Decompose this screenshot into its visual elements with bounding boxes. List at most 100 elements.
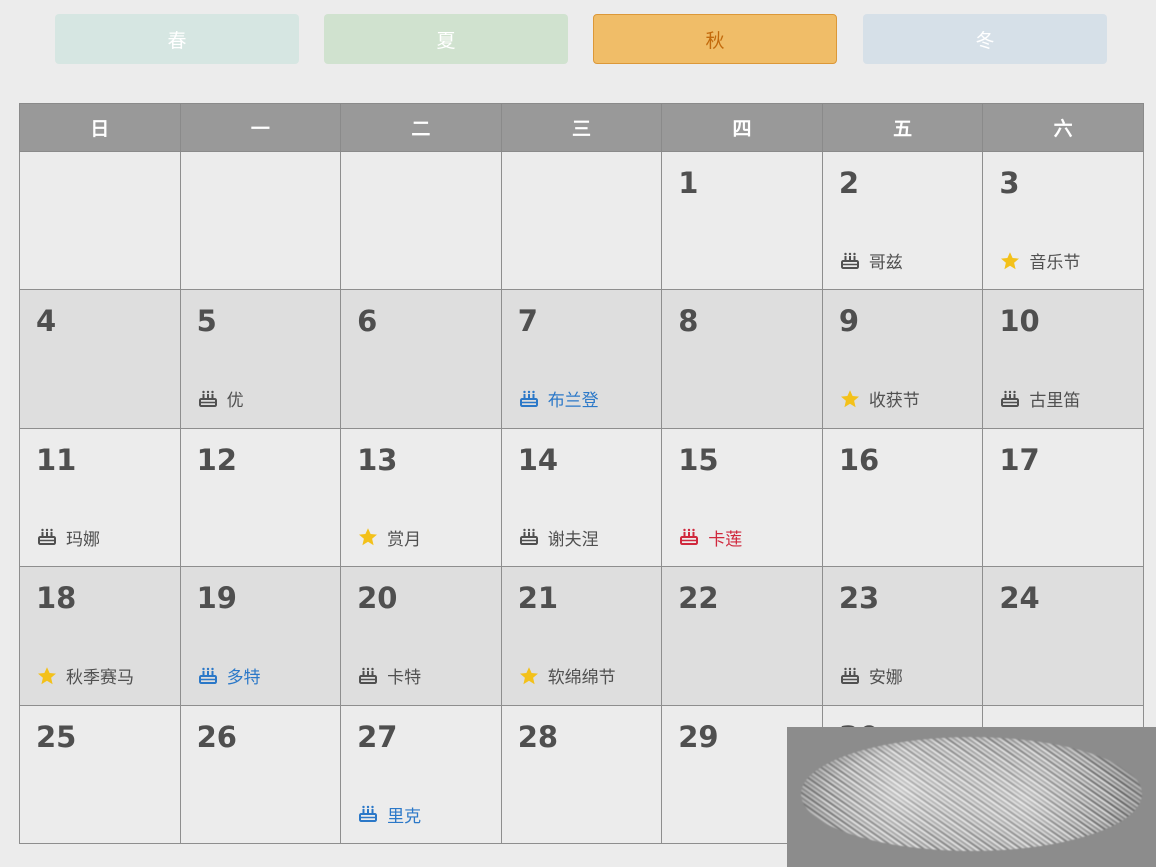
day-number: 5	[196, 304, 217, 339]
birthday-cake-icon	[840, 251, 860, 271]
birthday-event[interactable]: 多特	[198, 663, 261, 688]
calendar-day-cell[interactable]: 2 哥兹	[821, 150, 984, 291]
calendar-day-cell[interactable]: 4	[19, 289, 181, 429]
calendar-day-cell[interactable]: 25	[19, 704, 181, 845]
weekday-header: 六	[982, 103, 1144, 152]
weekday-header: 二	[340, 103, 502, 152]
event-label: 里克	[387, 806, 422, 827]
calendar-day-cell[interactable]: 8	[661, 289, 823, 429]
calendar-day-cell[interactable]: 21 软绵绵节	[500, 566, 663, 706]
weekday-header: 五	[821, 103, 984, 152]
birthday-event[interactable]: 布兰登	[519, 386, 599, 411]
calendar-week-row: 4 5 优 6 7 布兰登 8 9 收获节 10 古里笛	[19, 289, 1144, 429]
calendar-day-cell[interactable]: 14 谢夫涅	[500, 427, 663, 568]
day-number: 13	[357, 442, 398, 477]
festival-event[interactable]: 收获节	[840, 386, 920, 411]
birthday-cake-icon	[519, 527, 539, 547]
event-label: 卡莲	[708, 529, 743, 550]
tab-winter[interactable]: 冬	[863, 14, 1107, 64]
event-label: 古里笛	[1029, 391, 1081, 412]
day-number: 12	[196, 442, 237, 477]
day-number: 11	[36, 442, 77, 477]
festival-event[interactable]: 软绵绵节	[519, 663, 616, 688]
birthday-event[interactable]: 谢夫涅	[519, 525, 599, 550]
birthday-event[interactable]: 古里笛	[1000, 386, 1080, 411]
day-number: 28	[517, 719, 559, 754]
day-number: 1	[678, 166, 699, 200]
calendar-empty-cell	[340, 150, 502, 291]
birthday-event[interactable]: 安娜	[840, 663, 903, 688]
birthday-event[interactable]: 卡莲	[679, 525, 742, 550]
calendar-day-cell[interactable]: 13 赏月	[340, 427, 502, 568]
star-icon	[519, 666, 539, 686]
calendar-day-cell[interactable]: 23 安娜	[821, 566, 984, 706]
birthday-cake-icon	[198, 389, 218, 409]
birthday-cake-icon	[840, 666, 860, 686]
day-number: 20	[357, 581, 398, 616]
weekday-header: 四	[661, 103, 823, 152]
birthday-cake-icon	[358, 666, 378, 686]
birthday-cake-icon	[358, 804, 378, 824]
event-label: 音乐节	[1029, 253, 1081, 273]
calendar-day-cell[interactable]: 16	[821, 427, 984, 568]
calendar-day-cell[interactable]: 17	[982, 427, 1144, 568]
calendar-day-cell[interactable]: 24	[982, 566, 1144, 706]
event-label: 优	[226, 391, 244, 412]
tab-spring[interactable]: 春	[55, 14, 299, 64]
birthday-event[interactable]: 哥兹	[840, 248, 903, 273]
calendar-day-cell[interactable]: 7 布兰登	[500, 289, 663, 429]
day-number: 26	[196, 719, 237, 754]
day-number: 21	[517, 581, 559, 616]
day-number: 2	[838, 166, 859, 200]
calendar-day-cell[interactable]: 20 卡特	[340, 566, 502, 706]
event-label: 哥兹	[868, 253, 903, 273]
calendar-empty-cell	[500, 150, 663, 291]
birthday-cake-icon	[1000, 389, 1020, 409]
calendar-day-cell[interactable]: 28	[500, 704, 663, 845]
calendar-day-cell[interactable]: 10 古里笛	[982, 289, 1144, 429]
calendar-day-cell[interactable]: 26	[179, 704, 342, 845]
tab-summer[interactable]: 夏	[324, 14, 568, 64]
day-number: 18	[36, 581, 77, 616]
day-number: 15	[678, 442, 719, 477]
birthday-cake-icon	[37, 527, 57, 547]
calendar-day-cell[interactable]: 22	[661, 566, 823, 706]
calendar-day-cell[interactable]: 9 收获节	[821, 289, 984, 429]
day-number: 29	[678, 719, 719, 754]
festival-event[interactable]: 音乐节	[1000, 248, 1080, 273]
weekday-header: 一	[179, 103, 342, 152]
calendar-week-row: 11 玛娜 12 13 赏月 14 谢夫涅 15 卡莲 16 17	[19, 427, 1144, 568]
day-number: 14	[517, 442, 559, 477]
calendar-day-cell[interactable]: 5优	[179, 289, 342, 429]
festival-event[interactable]: 秋季赛马	[37, 663, 134, 688]
event-label: 软绵绵节	[547, 668, 616, 689]
birthday-event[interactable]: 玛娜	[37, 525, 100, 550]
birthday-event[interactable]: 卡特	[358, 663, 421, 688]
birthday-event[interactable]: 优	[198, 386, 244, 411]
weekday-header: 日	[19, 103, 181, 152]
festival-event[interactable]: 赏月	[358, 525, 421, 550]
calendar-empty-cell	[179, 150, 342, 291]
calendar-day-cell[interactable]: 15 卡莲	[661, 427, 823, 568]
event-label: 卡特	[387, 668, 422, 689]
calendar-day-cell[interactable]: 12	[179, 427, 342, 568]
event-label: 赏月	[387, 529, 422, 550]
calendar-day-cell[interactable]: 27 里克	[340, 704, 502, 845]
calendar-week-row: 1 2 哥兹 3 音乐节	[19, 150, 1144, 291]
calendar-empty-cell	[19, 150, 181, 291]
calendar-day-cell[interactable]: 1	[661, 150, 823, 291]
calendar-day-cell[interactable]: 11 玛娜	[19, 427, 181, 568]
star-icon	[37, 666, 57, 686]
day-number: 22	[678, 581, 719, 616]
calendar-day-cell[interactable]: 18 秋季赛马	[19, 566, 181, 706]
season-tabs: 春 夏 秋 冬	[0, 0, 1156, 80]
star-icon	[1000, 251, 1020, 271]
calendar-day-cell[interactable]: 19 多特	[179, 566, 342, 706]
noise-overlay	[787, 727, 1156, 867]
birthday-event[interactable]: 里克	[358, 802, 421, 827]
tab-autumn[interactable]: 秋	[593, 14, 837, 64]
calendar-day-cell[interactable]: 3 音乐节	[982, 150, 1144, 291]
event-label: 布兰登	[547, 391, 599, 412]
calendar-day-cell[interactable]: 6	[340, 289, 502, 429]
event-label: 安娜	[868, 668, 903, 689]
